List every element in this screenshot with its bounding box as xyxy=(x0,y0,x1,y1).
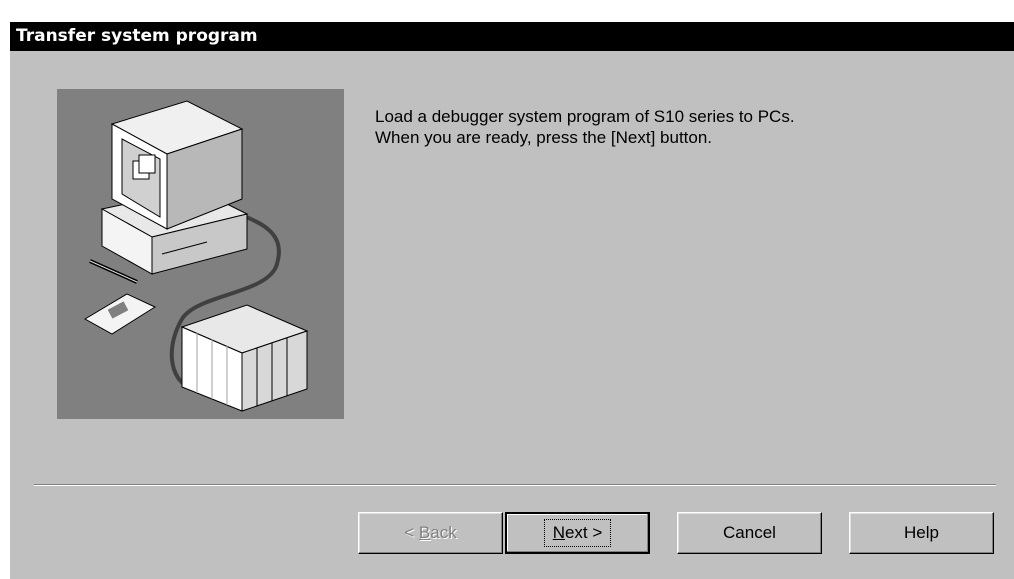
next-button-rest: ext > xyxy=(564,523,603,542)
cancel-button[interactable]: Cancel xyxy=(677,512,822,554)
divider xyxy=(34,484,996,486)
transfer-dialog: Transfer system program Load a debugger … xyxy=(10,22,1014,579)
computer-plc-illustration-icon xyxy=(57,89,344,419)
help-button[interactable]: Help xyxy=(849,512,994,554)
next-button[interactable]: Next > xyxy=(505,512,650,554)
next-button-focus: Next > xyxy=(543,519,612,547)
instruction-text: Load a debugger system program of S10 se… xyxy=(375,106,975,148)
instruction-line-2: When you are ready, press the [Next] but… xyxy=(375,128,713,147)
next-button-mnemonic: N xyxy=(552,523,565,542)
back-button[interactable]: < Back xyxy=(358,512,503,554)
dialog-title: Transfer system program xyxy=(10,22,1014,51)
back-button-mnemonic: B xyxy=(418,523,431,542)
back-button-rest: ack xyxy=(430,523,457,542)
back-button-prefix: < xyxy=(404,523,419,542)
instruction-line-1: Load a debugger system program of S10 se… xyxy=(375,107,795,126)
